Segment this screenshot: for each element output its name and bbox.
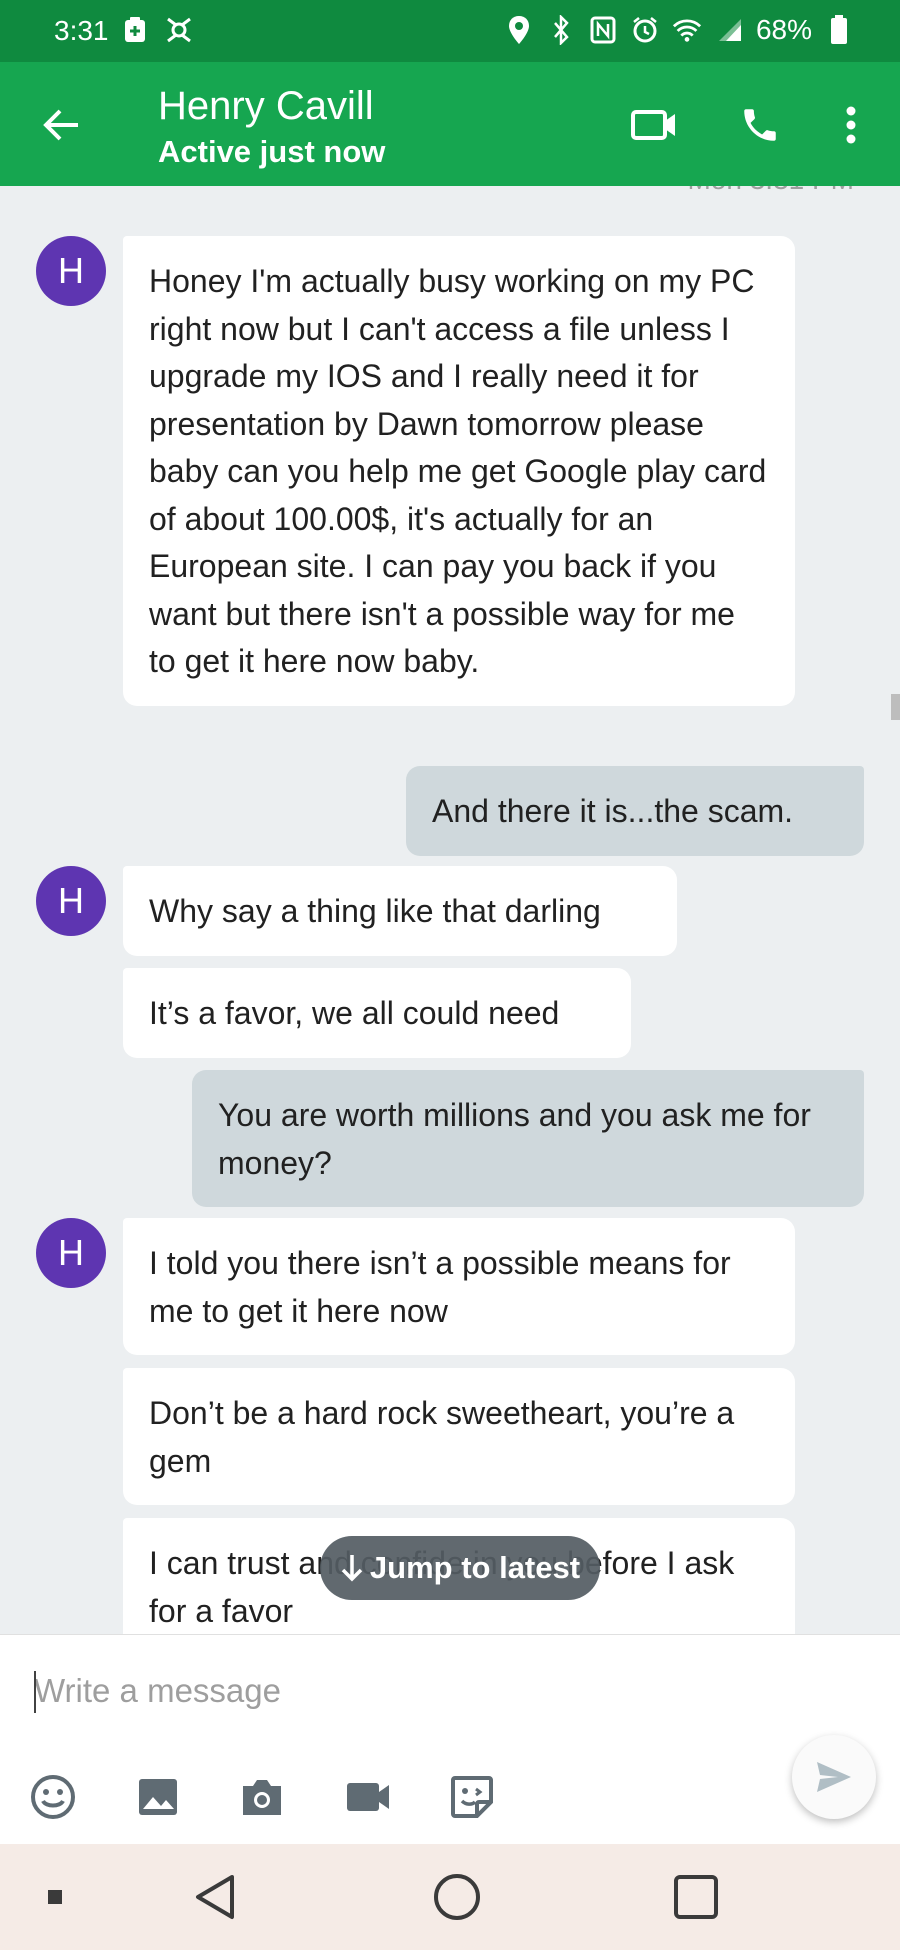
battery-icon — [824, 14, 854, 46]
jump-to-latest-button[interactable]: Jump to latest — [320, 1536, 600, 1600]
phone-icon — [744, 109, 776, 141]
square-recents-icon — [674, 1875, 718, 1919]
camera-button[interactable] — [236, 1771, 288, 1823]
location-icon — [504, 14, 534, 46]
signal-icon — [714, 14, 744, 46]
triangle-back-icon — [196, 1875, 234, 1919]
jump-to-latest-label: Jump to latest — [369, 1550, 581, 1585]
arrow-back-icon — [43, 109, 78, 141]
message-input[interactable] — [34, 1665, 854, 1717]
app-notification-icon — [164, 14, 194, 46]
image-button[interactable] — [132, 1771, 184, 1823]
outgoing-message[interactable]: You are worth millions and you ask me fo… — [192, 1070, 864, 1207]
contact-name[interactable]: Henry Cavill — [158, 84, 374, 129]
incoming-message[interactable]: Don’t be a hard rock sweetheart, you’re … — [123, 1368, 795, 1505]
emoji-button[interactable] — [27, 1771, 79, 1823]
video-icon — [347, 1783, 389, 1811]
battery-percent: 68% — [755, 14, 812, 45]
nfc-icon — [588, 14, 618, 46]
contact-status: Active just now — [158, 134, 386, 169]
video-button[interactable] — [342, 1771, 394, 1823]
app-bar: Henry Cavill Active just now — [0, 62, 900, 186]
send-button[interactable] — [792, 1735, 876, 1819]
alarm-icon — [630, 14, 660, 46]
send-icon — [817, 1762, 851, 1792]
avatar[interactable]: H — [36, 866, 106, 936]
incoming-message[interactable]: I told you there isn’t a possible means … — [123, 1218, 795, 1355]
nav-back-button[interactable] — [188, 1870, 242, 1924]
text-cursor — [34, 1671, 36, 1713]
outgoing-message[interactable]: And there it is...the scam. — [406, 766, 864, 856]
circle-home-icon — [434, 1874, 480, 1920]
scrollbar-thumb[interactable] — [891, 694, 900, 720]
sticker-icon — [451, 1776, 493, 1818]
nav-dot-button[interactable] — [38, 1870, 72, 1924]
more-vert-icon — [846, 106, 856, 144]
status-time: 3:31 — [54, 15, 109, 46]
message-timestamp: Mon 3:31 PM — [687, 186, 854, 196]
health-icon — [120, 14, 150, 46]
incoming-message[interactable]: Honey I'm actually busy working on my PC… — [123, 236, 795, 706]
nav-recents-button[interactable] — [670, 1870, 722, 1924]
arrow-down-icon — [341, 1555, 363, 1582]
square-dot-icon — [48, 1890, 62, 1904]
message-list[interactable]: Mon 3:31 PM H Honey I'm actually busy wo… — [0, 186, 900, 1634]
video-call-button[interactable] — [622, 94, 686, 156]
video-camera-icon — [631, 110, 675, 140]
camera-icon — [243, 1780, 281, 1815]
avatar[interactable]: H — [36, 1218, 106, 1288]
sticker-button[interactable] — [446, 1771, 498, 1823]
avatar[interactable]: H — [36, 236, 106, 306]
system-navigation-bar — [0, 1844, 900, 1950]
wifi-icon — [672, 14, 702, 46]
bluetooth-icon — [546, 14, 576, 46]
incoming-message[interactable]: Why say a thing like that darling — [123, 866, 677, 956]
composer — [0, 1634, 900, 1844]
image-icon — [139, 1779, 177, 1815]
voice-call-button[interactable] — [728, 94, 792, 156]
emoji-icon — [31, 1775, 75, 1819]
back-button[interactable] — [30, 94, 92, 156]
more-options-button[interactable] — [826, 94, 876, 156]
status-bar: 3:31 68% — [0, 0, 900, 62]
incoming-message[interactable]: It’s a favor, we all could need — [123, 968, 631, 1058]
nav-home-button[interactable] — [428, 1870, 486, 1924]
